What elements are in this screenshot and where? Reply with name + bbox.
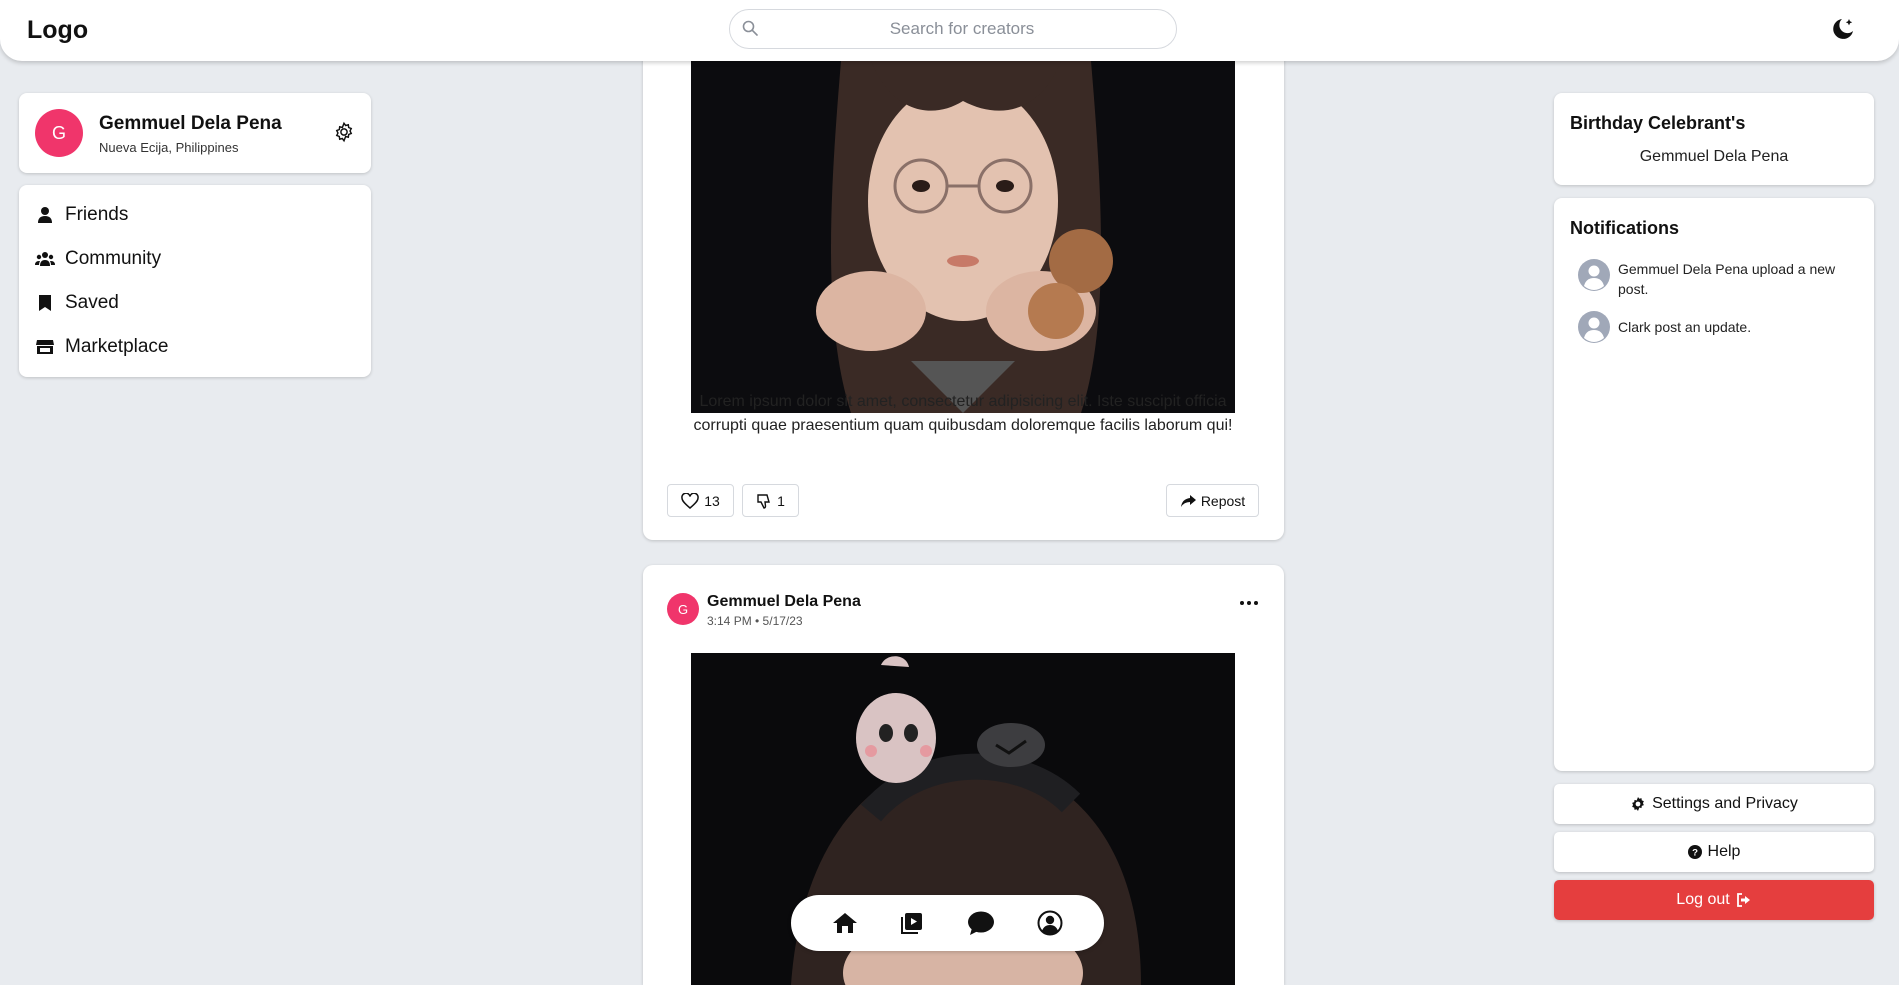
avatar[interactable]: G (667, 593, 699, 625)
sidebar-menu: Friends Community Saved Marketplace (19, 185, 371, 377)
search-box[interactable] (729, 9, 1177, 49)
question-icon: ? (1687, 845, 1702, 859)
birthday-card: Birthday Celebrant's Gemmuel Dela Pena (1554, 93, 1874, 185)
post-image[interactable] (691, 61, 1235, 413)
search-icon (742, 20, 758, 41)
sidebar-item-label: Marketplace (65, 336, 169, 357)
notification-text: Gemmuel Dela Pena upload a new post. (1618, 261, 1836, 297)
post-timestamp: 3:14 PM • 5/17/23 (707, 614, 803, 628)
logout-label: Log out (1676, 891, 1730, 908)
gear-icon[interactable] (333, 121, 355, 148)
settings-privacy-button[interactable]: Settings and Privacy (1554, 784, 1874, 824)
post-caption: Lorem ipsum dolor sit amet, consectetur … (693, 393, 1233, 434)
settings-label: Settings and Privacy (1652, 795, 1798, 812)
notification-item[interactable]: Gemmuel Dela Pena upload a new post. (1578, 259, 1860, 299)
post-card: Lorem ipsum dolor sit amet, consectetur … (643, 40, 1284, 540)
sidebar-item-saved[interactable]: Saved (35, 285, 355, 321)
post-author[interactable]: Gemmuel Dela Pena (707, 593, 861, 611)
search-input[interactable] (766, 10, 1158, 48)
video-icon[interactable] (900, 911, 924, 935)
logout-button[interactable]: Log out (1554, 880, 1874, 920)
repost-button[interactable]: Repost (1166, 484, 1259, 517)
user-avatar-icon (1578, 259, 1610, 291)
svg-text:?: ? (1692, 848, 1698, 859)
dislike-count: 1 (777, 492, 785, 509)
thumbs-down-icon (757, 493, 771, 509)
bottom-nav (791, 895, 1104, 951)
sidebar-item-label: Friends (65, 204, 129, 225)
sign-out-icon (1736, 893, 1750, 907)
sidebar-item-community[interactable]: Community (35, 241, 355, 277)
like-button[interactable]: 13 (667, 484, 734, 517)
sidebar-item-label: Community (65, 248, 162, 269)
store-icon (36, 340, 54, 354)
home-icon[interactable] (832, 911, 858, 935)
notifications-title: Notifications (1570, 218, 1680, 238)
birthday-celebrant[interactable]: Gemmuel Dela Pena (1554, 148, 1874, 166)
bookmark-icon (39, 295, 51, 311)
chat-icon[interactable] (967, 910, 995, 936)
repost-label: Repost (1200, 492, 1246, 509)
logo[interactable]: Logo (27, 16, 88, 45)
profile-name[interactable]: Gemmuel Dela Pena (99, 113, 282, 135)
gear-icon (1632, 797, 1644, 811)
profile-card: G Gemmuel Dela Pena Nueva Ecija, Philipp… (19, 93, 371, 173)
users-icon (35, 252, 55, 266)
like-count: 13 (704, 492, 720, 509)
notification-item[interactable]: Clark post an update. (1578, 311, 1860, 345)
user-avatar-icon (1578, 311, 1610, 343)
heart-icon (681, 492, 699, 509)
more-options-icon[interactable] (1239, 593, 1259, 618)
profile-icon[interactable] (1037, 910, 1063, 936)
birthday-title: Birthday Celebrant's (1570, 113, 1746, 133)
avatar[interactable]: G (35, 109, 83, 157)
notification-text: Clark post an update. (1618, 319, 1752, 335)
notifications-card: Notifications Gemmuel Dela Pena upload a… (1554, 198, 1874, 771)
help-button[interactable]: ? Help (1554, 832, 1874, 872)
top-bar: Logo (0, 0, 1899, 61)
dislike-button[interactable]: 1 (742, 484, 799, 517)
profile-location: Nueva Ecija, Philippines (99, 140, 239, 155)
help-label: Help (1707, 843, 1741, 860)
sidebar-item-marketplace[interactable]: Marketplace (35, 329, 355, 365)
share-icon (1180, 494, 1196, 507)
moon-icon[interactable] (1830, 16, 1856, 47)
sidebar-item-friends[interactable]: Friends (35, 197, 355, 233)
sidebar-item-label: Saved (65, 292, 119, 313)
user-icon (38, 207, 52, 223)
